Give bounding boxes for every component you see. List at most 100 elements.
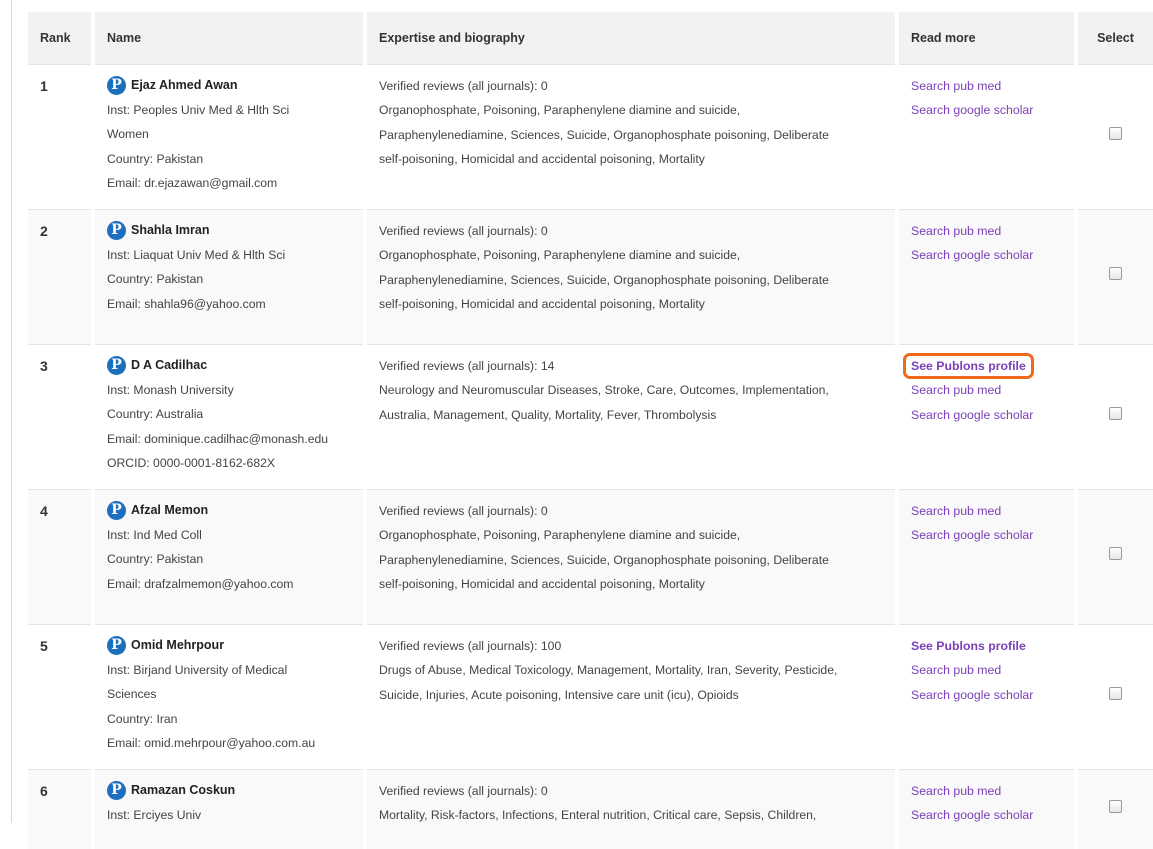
verified-reviews-count: Verified reviews (all journals): 100 (379, 638, 562, 653)
rank-cell: 6 (28, 769, 95, 849)
select-reviewer-checkbox[interactable] (1109, 799, 1122, 813)
table-body: 1 P Ejaz Ahmed Awan Inst: Peoples Univ Med … (28, 64, 1153, 849)
search-pubmed-link[interactable]: Search pub med (911, 658, 1062, 683)
verified-reviews-count: Verified reviews (all journals): 0 (379, 78, 548, 93)
reviewer-cell: P Shahla Imran Inst: Liaquat Univ Med & Hl… (93, 209, 367, 344)
reviewer-detail: Inst: Ind Med Coll (107, 527, 202, 542)
expertise-cell: Verified reviews (all journals): 0 Organo… (365, 209, 899, 344)
search-pubmed-link[interactable]: Search pub med (911, 74, 1062, 99)
reviewer-results-table: Rank Name Expertise and biography Read m… (28, 12, 1153, 849)
publons-p-icon[interactable]: P (107, 636, 126, 655)
select-reviewer-checkbox[interactable] (1109, 547, 1122, 561)
rank-number: 3 (40, 357, 48, 374)
search-google-scholar-link[interactable]: Search google scholar (911, 683, 1062, 708)
read-more-cell: Search pub med Search google scholar (897, 769, 1078, 849)
reviewer-cell: P Ejaz Ahmed Awan Inst: Peoples Univ Med &… (93, 64, 367, 209)
expertise-keywords-line: Paraphenylenediamine, Sciences, Suicide,… (379, 272, 829, 287)
reviewer-detail: Country: Pakistan (107, 151, 204, 166)
expertise-keywords-line: Organophosphate, Poisoning, Paraphenylen… (379, 248, 741, 263)
expertise-keywords-line: self-poisoning, Homicidal and accidental… (379, 152, 705, 167)
verified-reviews-count: Verified reviews (all journals): 14 (379, 358, 555, 373)
rank-number: 6 (40, 782, 48, 799)
reviewer-cell: P Omid Mehrpour Inst: Birjand University o… (93, 624, 367, 769)
verified-reviews-count: Verified reviews (all journals): 0 (379, 503, 548, 518)
expertise-cell: Verified reviews (all journals): 0 Organo… (365, 489, 899, 624)
header-name[interactable]: Name (93, 12, 367, 64)
rank-cell: 5 (28, 624, 95, 769)
expertise-keywords-line: Australia, Management, Quality, Mortalit… (379, 407, 717, 422)
publons-p-icon[interactable]: P (107, 781, 126, 800)
expertise-keywords-line: Drugs of Abuse, Medical Toxicology, Mana… (379, 663, 838, 678)
reviewer-name: Shahla Imran (131, 223, 210, 238)
search-google-scholar-link[interactable]: Search google scholar (911, 803, 1062, 828)
reviewer-detail: Inst: Peoples Univ Med & Hlth Sci (107, 102, 290, 117)
read-more-cell: See Publons profile Search pub med Search … (897, 624, 1078, 769)
reviewer-name-line: P Omid Mehrpour (107, 634, 351, 658)
select-reviewer-checkbox[interactable] (1109, 267, 1122, 281)
select-reviewer-checkbox[interactable] (1109, 687, 1122, 701)
select-reviewer-checkbox[interactable] (1109, 127, 1122, 141)
read-more-cell: Search pub med Search google scholar (897, 64, 1078, 209)
table-row: 5 P Omid Mehrpour Inst: Birjand University … (28, 624, 1153, 769)
reviewer-name: Afzal Memon (131, 503, 209, 518)
see-publons-profile-link[interactable]: See Publons profile (903, 352, 1034, 379)
search-pubmed-link[interactable]: Search pub med (911, 499, 1062, 524)
rank-cell: 4 (28, 489, 95, 624)
reviewer-cell: P Ramazan Coskun Inst: Erciyes Univ (93, 769, 367, 849)
table-row: 6 P Ramazan Coskun Inst: Erciyes Univ Verifi… (28, 769, 1153, 849)
rank-number: 1 (40, 77, 48, 94)
publons-p-icon[interactable]: P (107, 76, 126, 95)
expertise-cell: Verified reviews (all journals): 14 Neuro… (365, 344, 899, 489)
search-google-scholar-link[interactable]: Search google scholar (911, 98, 1062, 123)
read-more-cell: Search pub med Search google scholar (897, 209, 1078, 344)
reviewer-name-line: P D A Cadilhac (107, 354, 351, 378)
expertise-keywords-line: Organophosphate, Poisoning, Paraphenylen… (379, 103, 741, 118)
reviewer-detail: Women (107, 127, 149, 142)
search-pubmed-link[interactable]: Search pub med (911, 378, 1062, 403)
rank-cell: 1 (28, 64, 95, 209)
reviewer-name: Ramazan Coskun (131, 783, 236, 798)
publons-p-icon[interactable]: P (107, 501, 126, 520)
reviewer-detail: Country: Iran (107, 711, 178, 726)
reviewer-name-line: P Shahla Imran (107, 219, 351, 243)
reviewer-detail: Email: omid.mehrpour@yahoo.com.au (107, 736, 316, 751)
publons-p-icon[interactable]: P (107, 356, 126, 375)
select-reviewer-checkbox[interactable] (1109, 407, 1122, 421)
expertise-keywords-line: Mortality, Risk-factors, Infections, Ent… (379, 808, 817, 823)
select-cell (1076, 344, 1153, 489)
verified-reviews-count: Verified reviews (all journals): 0 (379, 223, 548, 238)
reviewer-name: D A Cadilhac (131, 358, 208, 373)
reviewer-detail: Sciences (107, 687, 157, 702)
page-frame-border (11, 0, 12, 823)
table-row: 1 P Ejaz Ahmed Awan Inst: Peoples Univ Med … (28, 64, 1153, 209)
header-select: Select (1097, 30, 1134, 45)
reviewer-detail: Inst: Monash University (107, 382, 234, 397)
see-publons-profile-link[interactable]: See Publons profile (911, 634, 1062, 659)
reviewer-cell: P D A Cadilhac Inst: Monash University Coun… (93, 344, 367, 489)
select-cell (1076, 209, 1153, 344)
search-google-scholar-link[interactable]: Search google scholar (911, 523, 1062, 548)
search-pubmed-link[interactable]: Search pub med (911, 219, 1062, 244)
reviewer-table-container: Rank Name Expertise and biography Read m… (28, 12, 1153, 849)
reviewer-detail: Country: Pakistan (107, 272, 204, 287)
reviewer-detail: Inst: Erciyes Univ (107, 807, 202, 822)
expertise-keywords-line: Suicide, Injuries, Acute poisoning, Inte… (379, 687, 739, 702)
header-read-more: Read more (897, 12, 1078, 64)
reviewer-detail: Country: Australia (107, 407, 204, 422)
reviewer-detail: Country: Pakistan (107, 552, 204, 567)
reviewer-detail: Email: drafzalmemon@yahoo.com (107, 576, 294, 591)
verified-reviews-count: Verified reviews (all journals): 0 (379, 783, 548, 798)
publons-p-icon[interactable]: P (107, 221, 126, 240)
read-more-cell: Search pub med Search google scholar (897, 489, 1078, 624)
search-google-scholar-link[interactable]: Search google scholar (911, 403, 1062, 428)
rank-cell: 3 (28, 344, 95, 489)
reviewer-detail: ORCID: 0000-0001-8162-682X (107, 456, 276, 471)
table-row: 2 P Shahla Imran Inst: Liaquat Univ Med & H… (28, 209, 1153, 344)
header-rank[interactable]: Rank (28, 12, 95, 64)
header-expertise[interactable]: Expertise and biography (365, 12, 899, 64)
expertise-keywords-line: Paraphenylenediamine, Sciences, Suicide,… (379, 127, 829, 142)
rank-number: 5 (40, 637, 48, 654)
search-google-scholar-link[interactable]: Search google scholar (911, 243, 1062, 268)
search-pubmed-link[interactable]: Search pub med (911, 779, 1062, 804)
read-more-cell: See Publons profile Search pub med Search … (897, 344, 1078, 489)
